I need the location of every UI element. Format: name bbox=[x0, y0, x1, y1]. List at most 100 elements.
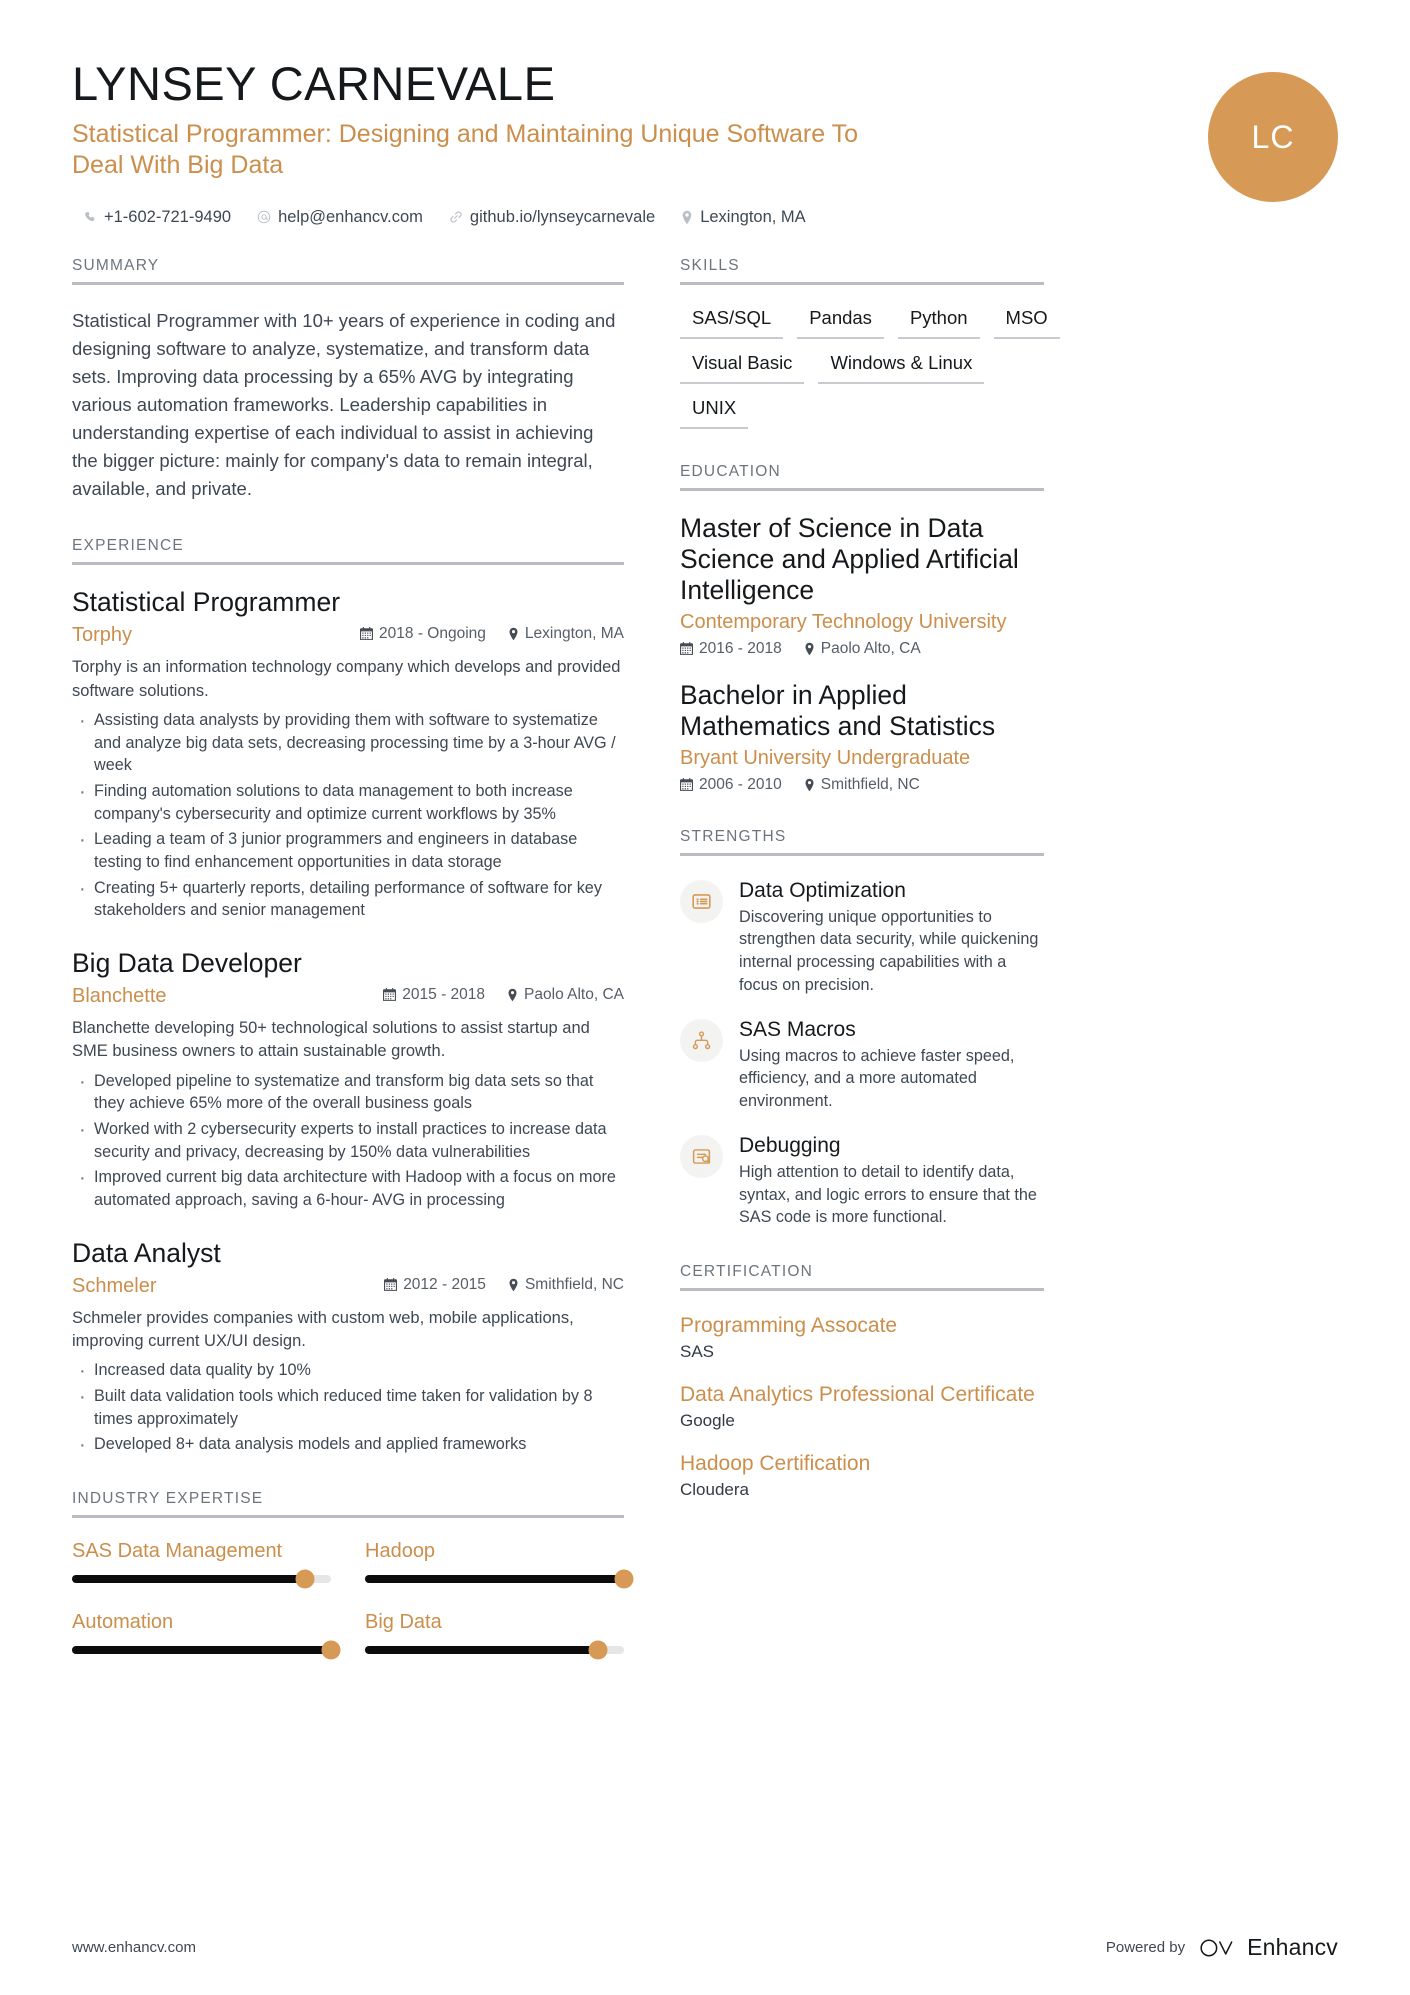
location-pin-icon bbox=[804, 642, 815, 656]
job-location-text: Lexington, MA bbox=[524, 625, 624, 643]
education-item: Bachelor in Applied Mathematics and Stat… bbox=[680, 680, 1044, 794]
certification-section: CERTIFICATION Programming Assocate SAS D… bbox=[680, 1263, 1044, 1501]
contact-phone[interactable]: +1-602-721-9490 bbox=[84, 208, 231, 227]
education-dates-text: 2016 - 2018 bbox=[699, 639, 782, 657]
skills-row: UNIX bbox=[680, 397, 1044, 429]
expertise-slider[interactable] bbox=[365, 1640, 624, 1660]
skill-tag: MSO bbox=[993, 307, 1060, 339]
contact-link[interactable]: github.io/lynseycarnevale bbox=[449, 208, 655, 227]
expertise-grid: SAS Data Management Hadoop Automation Bi… bbox=[72, 1540, 634, 1660]
strength-description: High attention to detail to identify dat… bbox=[739, 1162, 1037, 1227]
list-item: Worked with 2 cybersecurity experts to i… bbox=[72, 1116, 624, 1163]
skill-tag: Python bbox=[897, 307, 980, 339]
certification-item: Programming Assocate SAS bbox=[680, 1313, 1044, 1362]
location-pin-icon bbox=[508, 627, 519, 641]
skills-row: SAS/SQL Pandas Python MSO bbox=[680, 307, 1060, 339]
job-description: Blanchette developing 50+ technological … bbox=[72, 1018, 590, 1061]
strength-body: Data Optimization Discovering unique opp… bbox=[739, 878, 1044, 997]
expertise-slider-knob[interactable] bbox=[321, 1640, 341, 1660]
strength-item: SAS Macros Using macros to achieve faste… bbox=[680, 1017, 1044, 1113]
calendar-icon bbox=[360, 627, 374, 641]
right-column: SKILLS SAS/SQL Pandas Python MSO Visual … bbox=[680, 256, 1060, 1535]
page-title: LYNSEY CARNEVALE bbox=[72, 57, 556, 110]
skill-tag: Windows & Linux bbox=[818, 352, 985, 384]
skill-tag: SAS/SQL bbox=[680, 307, 784, 339]
expertise-slider-fill bbox=[72, 1646, 331, 1655]
contact-row: +1-602-721-9490 help@enhancv.com github.… bbox=[72, 208, 1338, 227]
expertise-slider[interactable] bbox=[365, 1569, 634, 1589]
job-location: Paolo Alto, CA bbox=[507, 986, 624, 1004]
education-degree: Master of Science in Data Science and Ap… bbox=[680, 512, 1019, 605]
expertise-label: Big Data bbox=[365, 1611, 442, 1634]
strength-item: Debugging High attention to detail to id… bbox=[680, 1133, 1044, 1229]
expertise-slider-knob[interactable] bbox=[588, 1640, 608, 1660]
expertise-slider[interactable] bbox=[72, 1569, 331, 1589]
expertise-item: Big Data bbox=[365, 1611, 624, 1660]
job-location: Lexington, MA bbox=[508, 625, 624, 643]
expertise-label: Automation bbox=[72, 1611, 174, 1634]
job-dates: 2012 - 2015 bbox=[384, 1276, 486, 1294]
certification-item: Data Analytics Professional Certificate … bbox=[680, 1382, 1044, 1431]
expertise-slider[interactable] bbox=[72, 1640, 341, 1660]
education-school: Contemporary Technology University bbox=[680, 610, 1007, 633]
education-item: Master of Science in Data Science and Ap… bbox=[680, 513, 1044, 658]
education-location: Paolo Alto, CA bbox=[804, 640, 921, 658]
body-columns: SUMMARY Statistical Programmer with 10+ … bbox=[72, 257, 1338, 1688]
job-description: Schmeler provides companies with custom … bbox=[72, 1308, 574, 1350]
certification-issuer: Cloudera bbox=[680, 1480, 749, 1500]
location-pin-icon bbox=[507, 988, 518, 1002]
job-company: Blanchette bbox=[72, 984, 167, 1007]
certification-name: Data Analytics Professional Certificate bbox=[680, 1383, 1035, 1407]
section-divider bbox=[72, 562, 624, 566]
certification-name: Hadoop Certification bbox=[680, 1452, 871, 1476]
skills-section: SKILLS SAS/SQL Pandas Python MSO Visual … bbox=[680, 256, 1060, 429]
expertise-item: Hadoop bbox=[365, 1540, 634, 1589]
job-company: Torphy bbox=[72, 624, 133, 647]
experience-item: Data Analyst Schmeler 2012 - 2015 Smithf… bbox=[72, 1237, 624, 1459]
expertise-label: Hadoop bbox=[365, 1540, 436, 1563]
expertise-slider-knob[interactable] bbox=[614, 1569, 634, 1589]
expertise-label: SAS Data Management bbox=[72, 1540, 283, 1563]
industry-expertise-section-title: INDUSTRY EXPERTISE bbox=[72, 1490, 264, 1508]
education-meta: 2006 - 2010 Smithfield, NC bbox=[680, 776, 1044, 794]
industry-expertise-section: INDUSTRY EXPERTISE SAS Data Management H… bbox=[72, 1490, 634, 1660]
resume-page: LYNSEY CARNEVALE Statistical Programmer:… bbox=[0, 0, 1410, 1995]
job-company: Schmeler bbox=[72, 1274, 157, 1297]
footer-website[interactable]: www.enhancv.com bbox=[72, 1939, 196, 1956]
phone-icon bbox=[84, 210, 97, 225]
job-dates-text: 2015 - 2018 bbox=[402, 985, 486, 1003]
certification-name: Programming Assocate bbox=[680, 1313, 898, 1337]
skills-section-title: SKILLS bbox=[680, 256, 740, 274]
resume-header: LYNSEY CARNEVALE Statistical Programmer:… bbox=[72, 57, 1338, 227]
calendar-icon bbox=[680, 777, 693, 792]
section-divider bbox=[72, 1515, 624, 1519]
link-icon bbox=[449, 210, 463, 224]
bug-report-icon bbox=[680, 1134, 723, 1178]
location-pin-icon bbox=[804, 778, 815, 792]
education-dates-text: 2006 - 2010 bbox=[699, 775, 782, 793]
experience-item: Statistical Programmer Torphy 2018 - Ong… bbox=[72, 587, 624, 922]
list-item: Creating 5+ quarterly reports, detailing… bbox=[72, 875, 624, 922]
education-location: Smithfield, NC bbox=[804, 776, 920, 794]
section-divider bbox=[680, 1287, 1044, 1291]
certification-item: Hadoop Certification Cloudera bbox=[680, 1451, 1044, 1500]
job-role: Data Analyst bbox=[72, 1237, 221, 1268]
left-column: SUMMARY Statistical Programmer with 10+ … bbox=[72, 256, 634, 1688]
email-icon bbox=[257, 210, 271, 224]
expertise-slider-knob[interactable] bbox=[295, 1569, 315, 1589]
brand-name: Enhancv bbox=[1247, 1934, 1338, 1960]
contact-email[interactable]: help@enhancv.com bbox=[257, 208, 423, 227]
job-dates: 2018 - Ongoing bbox=[360, 625, 486, 643]
contact-email-text: help@enhancv.com bbox=[278, 207, 423, 226]
education-degree: Bachelor in Applied Mathematics and Stat… bbox=[680, 679, 996, 741]
powered-by-label: Powered by bbox=[1105, 1939, 1186, 1956]
education-school: Bryant University Undergraduate bbox=[680, 746, 971, 769]
strengths-section: STRENGTHS Data Optimization Discovering … bbox=[680, 828, 1044, 1229]
summary-section-title: SUMMARY bbox=[72, 256, 160, 274]
job-location-text: Smithfield, NC bbox=[524, 1275, 624, 1293]
list-item: Developed pipeline to systematize and tr… bbox=[72, 1068, 624, 1115]
strength-item: Data Optimization Discovering unique opp… bbox=[680, 878, 1044, 997]
education-dates: 2006 - 2010 bbox=[680, 776, 782, 794]
list-item: Leading a team of 3 junior programmers a… bbox=[72, 826, 624, 873]
expertise-slider-fill bbox=[365, 1646, 599, 1655]
